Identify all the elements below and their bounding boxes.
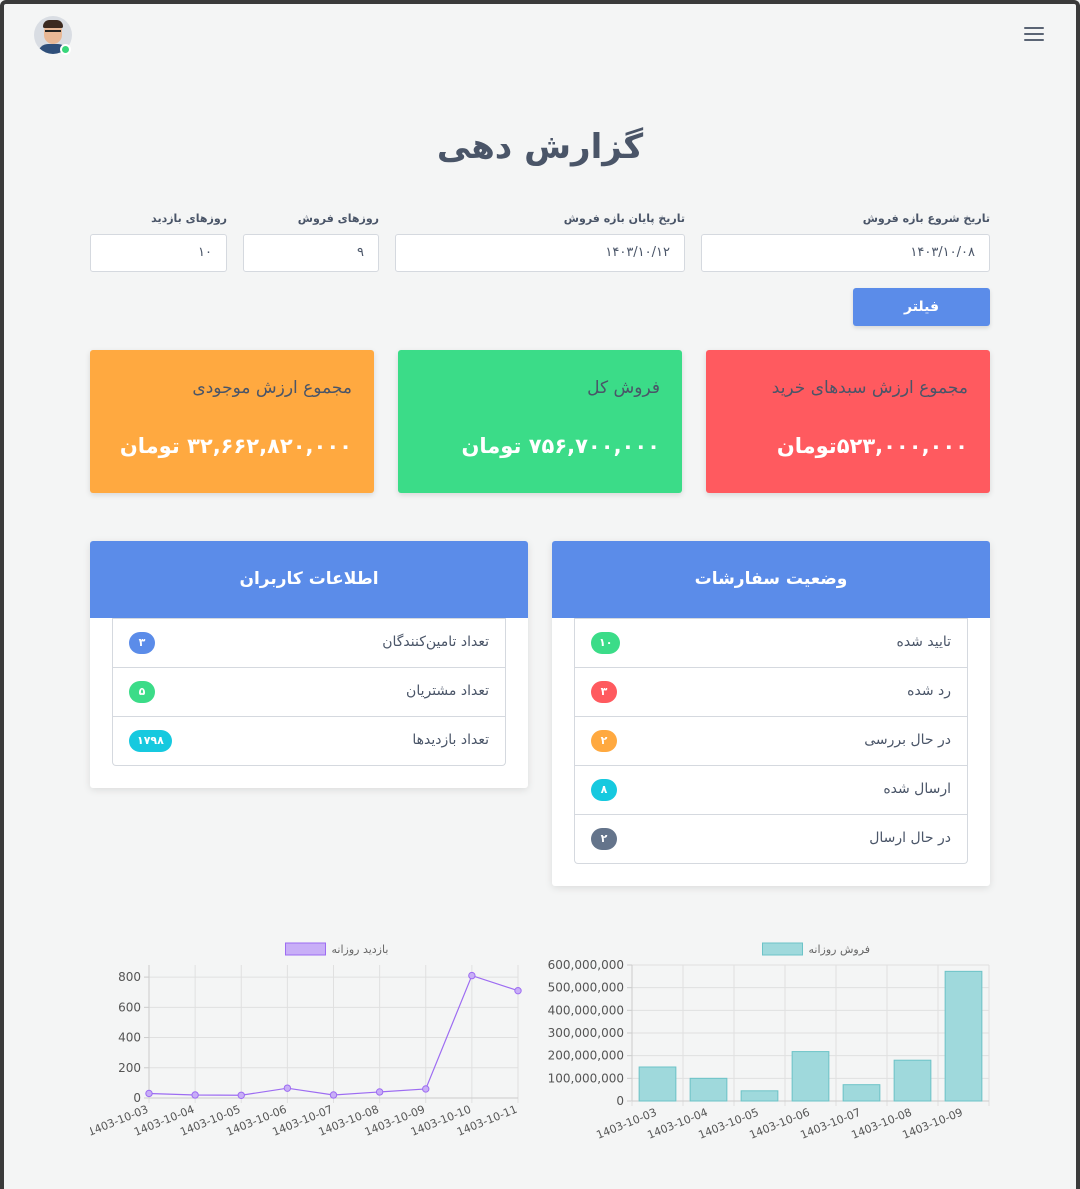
user-info-row[interactable]: تعداد بازدیدها ۱۷۹۸ xyxy=(113,716,505,765)
hamburger-menu-icon[interactable] xyxy=(1024,27,1044,43)
order-status-label: رد شده xyxy=(907,683,951,699)
user-info-count-badge: ۱۷۹۸ xyxy=(129,730,172,752)
filter-button[interactable]: فیلتر xyxy=(853,288,990,326)
top-bar xyxy=(0,0,1080,70)
data-point xyxy=(329,1091,338,1099)
cart-total-label: مجموع ارزش سبدهای خرید xyxy=(771,378,968,398)
user-info-label: تعداد مشتریان xyxy=(406,683,489,699)
orders-status-panel: وضعیت سفارشات تایید شده ۱۰ رد شده ۳ در ح… xyxy=(552,541,990,886)
end-date-label: تاریخ پایان بازه فروش xyxy=(563,212,685,225)
orders-status-list: تایید شده ۱۰ رد شده ۳ در حال بررسی ۲ ارس… xyxy=(574,618,968,864)
daily-sales-chart-svg: فروش روزانه 0 100,000,000 200,000,000 300,00… xyxy=(548,942,990,1142)
y-tick-label: 200,000,000 xyxy=(548,1049,624,1063)
user-info-label: تعداد تامین‌کنندگان xyxy=(382,634,489,650)
sale-days-label: روزهای فروش xyxy=(297,212,379,225)
stock-value-value: ۳۲,۶۶۲,۸۲۰,۰۰۰ تومان xyxy=(119,434,352,458)
y-tick-label: 500,000,000 xyxy=(548,981,624,995)
user-info-row[interactable]: تعداد تامین‌کنندگان ۳ xyxy=(113,618,505,667)
data-point xyxy=(375,1088,384,1096)
data-point xyxy=(422,1085,430,1093)
y-tick-label: 400,000,000 xyxy=(548,1003,624,1017)
avatar-glasses xyxy=(45,30,61,34)
cart-total-value: ۵۲۳,۰۰۰,۰۰۰تومان xyxy=(776,434,968,458)
start-date-input[interactable]: ۱۴۰۳/۱۰/۰۸ xyxy=(701,234,990,272)
data-point xyxy=(514,986,522,995)
order-status-row[interactable]: رد شده ۳ xyxy=(575,667,967,716)
order-status-count-badge: ۲ xyxy=(591,828,617,850)
y-tick-label: 400 xyxy=(118,1031,141,1045)
data-point xyxy=(145,1089,153,1098)
order-status-row[interactable]: ارسال شده ۸ xyxy=(575,765,967,814)
sale-days-input[interactable]: ۹ xyxy=(243,234,379,272)
bar xyxy=(689,1077,728,1102)
user-info-label: تعداد بازدیدها xyxy=(412,732,489,748)
order-status-row[interactable]: تایید شده ۱۰ xyxy=(575,618,967,667)
data-point xyxy=(191,1091,199,1099)
data-point xyxy=(237,1091,245,1099)
start-date-label: تاریخ شروع بازه فروش xyxy=(862,212,990,225)
cart-total-card: مجموع ارزش سبدهای خرید ۵۲۳,۰۰۰,۰۰۰تومان xyxy=(706,350,990,493)
data-point xyxy=(468,971,476,980)
users-info-list: تعداد تامین‌کنندگان ۳ تعداد مشتریان ۵ تع… xyxy=(112,618,506,766)
legend-swatch xyxy=(285,942,326,956)
bar xyxy=(638,1066,677,1102)
order-status-count-badge: ۱۰ xyxy=(591,632,621,654)
y-tick-label: 100,000,000 xyxy=(548,1071,624,1085)
order-status-label: ارسال شده xyxy=(883,781,951,797)
order-status-label: در حال ارسال xyxy=(869,830,951,846)
bar xyxy=(791,1051,830,1102)
page-title: گزارش دهی xyxy=(436,127,644,167)
y-tick-label: 300,000,000 xyxy=(548,1026,624,1040)
y-tick-label: 600 xyxy=(118,1000,141,1014)
daily-sales-chart: فروش روزانه 0 100,000,000 200,000,000 300,00… xyxy=(548,935,998,1180)
order-status-label: در حال بررسی xyxy=(864,732,951,748)
y-tick-label: 0 xyxy=(616,1094,624,1108)
order-status-label: تایید شده xyxy=(896,634,952,650)
legend-label: بازدید روزانه xyxy=(332,943,389,956)
order-status-count-badge: ۸ xyxy=(591,779,617,801)
user-info-count-badge: ۳ xyxy=(129,632,155,654)
order-status-count-badge: ۲ xyxy=(591,730,617,752)
order-status-count-badge: ۳ xyxy=(591,681,617,703)
y-tick-label: 200 xyxy=(118,1061,141,1075)
y-tick-label: 0 xyxy=(133,1091,141,1105)
visit-days-input[interactable]: ۱۰ xyxy=(90,234,227,272)
y-tick-label: 600,000,000 xyxy=(548,958,624,972)
users-panel-title: اطلاعات کاربران xyxy=(90,541,528,618)
bar xyxy=(944,970,983,1102)
legend-swatch xyxy=(762,942,803,956)
avatar-hair xyxy=(43,20,63,28)
y-tick-label: 800 xyxy=(118,970,141,984)
orders-panel-title: وضعیت سفارشات xyxy=(552,541,990,618)
stock-value-card: مجموع ارزش موجودی ۳۲,۶۶۲,۸۲۰,۰۰۰ تومان xyxy=(90,350,374,493)
legend-label: فروش روزانه xyxy=(809,943,871,956)
data-point xyxy=(283,1084,292,1092)
end-date-input[interactable]: ۱۴۰۳/۱۰/۱۲ xyxy=(395,234,685,272)
total-sales-card: فروش کل ۷۵۶,۷۰۰,۰۰۰ تومان xyxy=(398,350,682,493)
stock-value-label: مجموع ارزش موجودی xyxy=(192,378,352,398)
bar xyxy=(893,1059,932,1102)
total-sales-label: فروش کل xyxy=(587,378,660,398)
daily-visits-chart: بازدید روزانه 0 200 400 600 800 1403-10-03 1403… xyxy=(86,935,530,1180)
order-status-row[interactable]: در حال ارسال ۲ xyxy=(575,814,967,863)
user-info-count-badge: ۵ xyxy=(129,681,155,703)
user-info-row[interactable]: تعداد مشتریان ۵ xyxy=(113,667,505,716)
users-info-panel: اطلاعات کاربران تعداد تامین‌کنندگان ۳ تع… xyxy=(90,541,528,788)
daily-visits-chart-svg: بازدید روزانه02004006008001403-10-031403… xyxy=(86,942,522,1139)
bar xyxy=(842,1084,881,1102)
online-status-dot xyxy=(60,44,71,55)
bar xyxy=(740,1090,779,1102)
total-sales-value: ۷۵۶,۷۰۰,۰۰۰ تومان xyxy=(461,434,661,458)
visit-days-label: روزهای بازدید xyxy=(151,212,227,225)
order-status-row[interactable]: در حال بررسی ۲ xyxy=(575,716,967,765)
